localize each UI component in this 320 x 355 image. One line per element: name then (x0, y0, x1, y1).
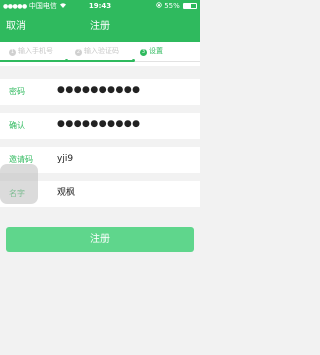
confirm-password-input[interactable]: ●●●●●●●●●● (57, 118, 141, 131)
lock-rotation-icon (156, 2, 164, 10)
password-label: 密码 (9, 87, 25, 96)
status-right: 55% (156, 0, 197, 13)
battery-percent: 55% (164, 2, 180, 10)
assistive-touch-button[interactable] (0, 164, 38, 204)
name-input[interactable]: 观枫 (57, 187, 75, 200)
step-phone: 1 输入手机号 (9, 47, 53, 56)
nav-bar: 取消 注册 (0, 14, 200, 40)
page-title: 注册 (90, 21, 110, 32)
step-code: 2 输入验证码 (75, 47, 119, 56)
step-progress: 1 输入手机号 2 输入验证码 3 设置 (0, 42, 200, 66)
register-button[interactable]: 注册 (6, 227, 194, 252)
progress-tick (65, 59, 68, 62)
battery-fill (184, 4, 191, 8)
status-bar: ●●●●● 中国电信 19:43 55% (0, 0, 200, 13)
step-label-code: 输入验证码 (84, 47, 119, 55)
step-settings: 3 设置 (140, 47, 163, 56)
confirm-password-label: 确认 (9, 121, 25, 130)
step-number-3: 3 (140, 49, 147, 56)
step-number-2: 2 (75, 49, 82, 56)
password-input[interactable]: ●●●●●●●●●● (57, 84, 141, 97)
password-field[interactable]: 密码 ●●●●●●●●●● (0, 79, 200, 105)
confirm-password-field[interactable]: 确认 ●●●●●●●●●● (0, 113, 200, 139)
step-label-phone: 输入手机号 (18, 47, 53, 55)
battery-icon (183, 3, 197, 9)
header-bar: ●●●●● 中国电信 19:43 55% 取消 注册 (0, 0, 200, 42)
step-label-settings: 设置 (149, 47, 163, 55)
step-number-1: 1 (9, 49, 16, 56)
progress-tick (132, 59, 135, 62)
invite-code-input[interactable]: yji9 (57, 153, 73, 166)
